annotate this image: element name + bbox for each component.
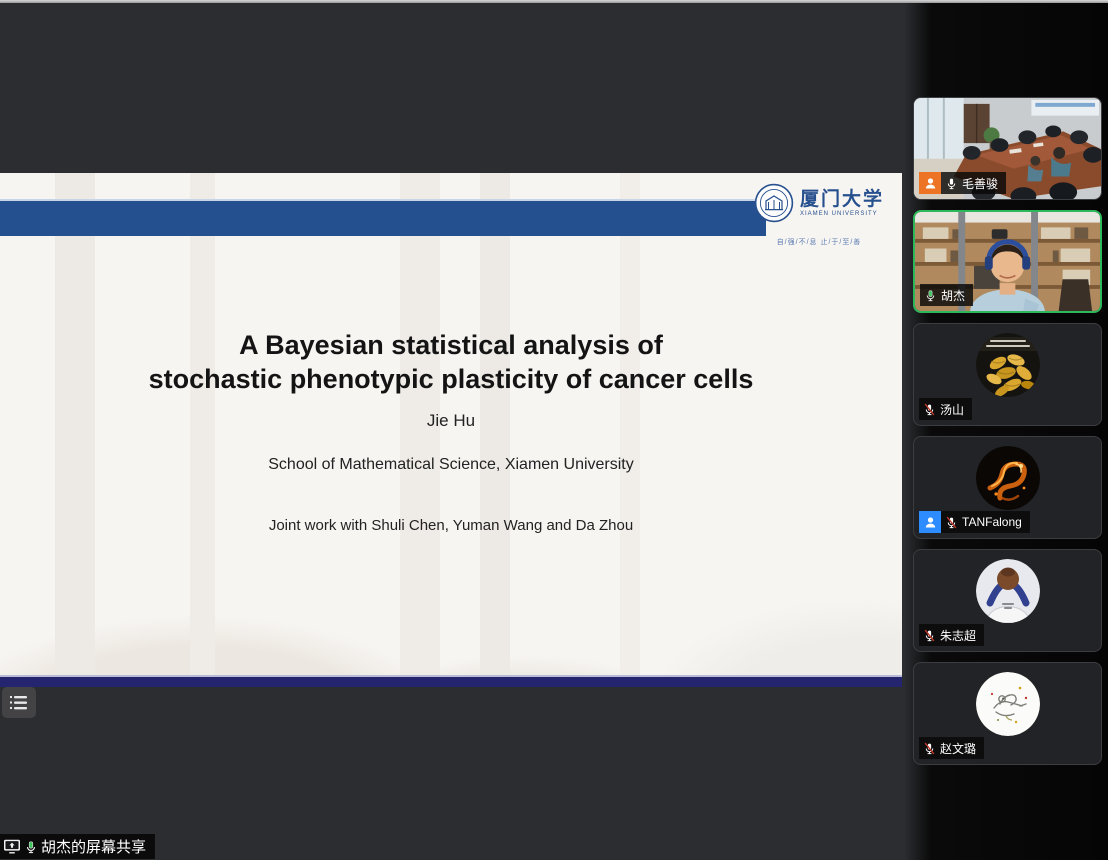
microphone-active-icon bbox=[24, 839, 38, 855]
participant-avatar bbox=[976, 672, 1040, 736]
profile-badge-icon bbox=[919, 172, 941, 194]
participant-nameplate: 赵文璐 bbox=[919, 737, 984, 759]
presentation-slide: 厦门大学 XIAMEN UNIVERSITY 自/强/不/息 止/于/至/善 A… bbox=[0, 173, 902, 687]
xiamen-university-logo: 厦门大学 XIAMEN UNIVERSITY 自/强/不/息 止/于/至/善 bbox=[754, 183, 884, 247]
profile-badge-icon bbox=[919, 511, 941, 533]
participant-nameplate: 胡杰 bbox=[920, 284, 973, 306]
slide-affiliation: School of Mathematical Science, Xiamen U… bbox=[0, 456, 902, 474]
slide-author: Jie Hu bbox=[0, 411, 902, 431]
microphone-muted-icon bbox=[923, 402, 936, 417]
participant-avatar bbox=[976, 446, 1040, 510]
participant-nameplate: TANFalong bbox=[919, 511, 1030, 533]
participants-sidebar: 毛善骏 bbox=[905, 0, 1108, 860]
participant-tile-tanfalong[interactable]: TANFalong bbox=[913, 436, 1102, 539]
microphone-speaking-icon bbox=[924, 288, 937, 303]
participant-nameplate: 毛善骏 bbox=[919, 172, 1006, 194]
slide-thumbnails-button[interactable] bbox=[2, 687, 36, 718]
participant-tile-zhao-wenlu[interactable]: 赵文璐 bbox=[913, 662, 1102, 765]
logo-chinese-name: 厦门大学 bbox=[800, 190, 884, 209]
participant-tile-zhu-zhichao[interactable]: 朱志超 bbox=[913, 549, 1102, 652]
university-seal-icon bbox=[754, 183, 794, 223]
slide-title-line1: A Bayesian statistical analysis of bbox=[0, 329, 902, 363]
participant-nameplate: 朱志超 bbox=[919, 624, 984, 646]
slide-joint-work: Joint work with Shuli Chen, Yuman Wang a… bbox=[0, 517, 902, 534]
participant-name: 汤山 bbox=[940, 401, 964, 418]
participant-tile-hu-jie-active-speaker[interactable]: 胡杰 bbox=[913, 210, 1102, 313]
participant-tile-mao-shanjun[interactable]: 毛善骏 bbox=[913, 97, 1102, 200]
microphone-icon bbox=[945, 176, 958, 191]
logo-motto: 自/强/不/息 止/于/至/善 bbox=[754, 237, 884, 247]
screen-share-icon bbox=[3, 839, 21, 855]
participant-name: TANFalong bbox=[962, 515, 1022, 529]
participant-name: 毛善骏 bbox=[962, 175, 998, 192]
microphone-muted-icon bbox=[923, 741, 936, 756]
screen-share-label: 胡杰的屏幕共享 bbox=[41, 836, 146, 857]
window-top-edge bbox=[0, 0, 1108, 3]
participant-avatar bbox=[976, 333, 1040, 397]
slide-title: A Bayesian statistical analysis of stoch… bbox=[0, 329, 902, 397]
participant-tile-tang-shan[interactable]: 汤山 bbox=[913, 323, 1102, 426]
slide-header-bar bbox=[0, 201, 766, 236]
participant-name: 朱志超 bbox=[940, 627, 976, 644]
participant-avatar bbox=[976, 559, 1040, 623]
logo-english-name: XIAMEN UNIVERSITY bbox=[800, 211, 884, 217]
participant-name: 胡杰 bbox=[941, 287, 965, 304]
microphone-muted-icon bbox=[923, 628, 936, 643]
list-icon bbox=[10, 695, 28, 711]
shared-screen-area: 厦门大学 XIAMEN UNIVERSITY 自/强/不/息 止/于/至/善 A… bbox=[0, 3, 905, 860]
slide-footer-bar bbox=[0, 675, 902, 687]
participant-name: 赵文璐 bbox=[940, 740, 976, 757]
slide-title-line2: stochastic phenotypic plasticity of canc… bbox=[0, 363, 902, 397]
meeting-window: 厦门大学 XIAMEN UNIVERSITY 自/强/不/息 止/于/至/善 A… bbox=[0, 0, 1108, 860]
participant-nameplate: 汤山 bbox=[919, 398, 972, 420]
microphone-muted-icon bbox=[945, 515, 958, 530]
screen-share-indicator: 胡杰的屏幕共享 bbox=[0, 834, 155, 859]
